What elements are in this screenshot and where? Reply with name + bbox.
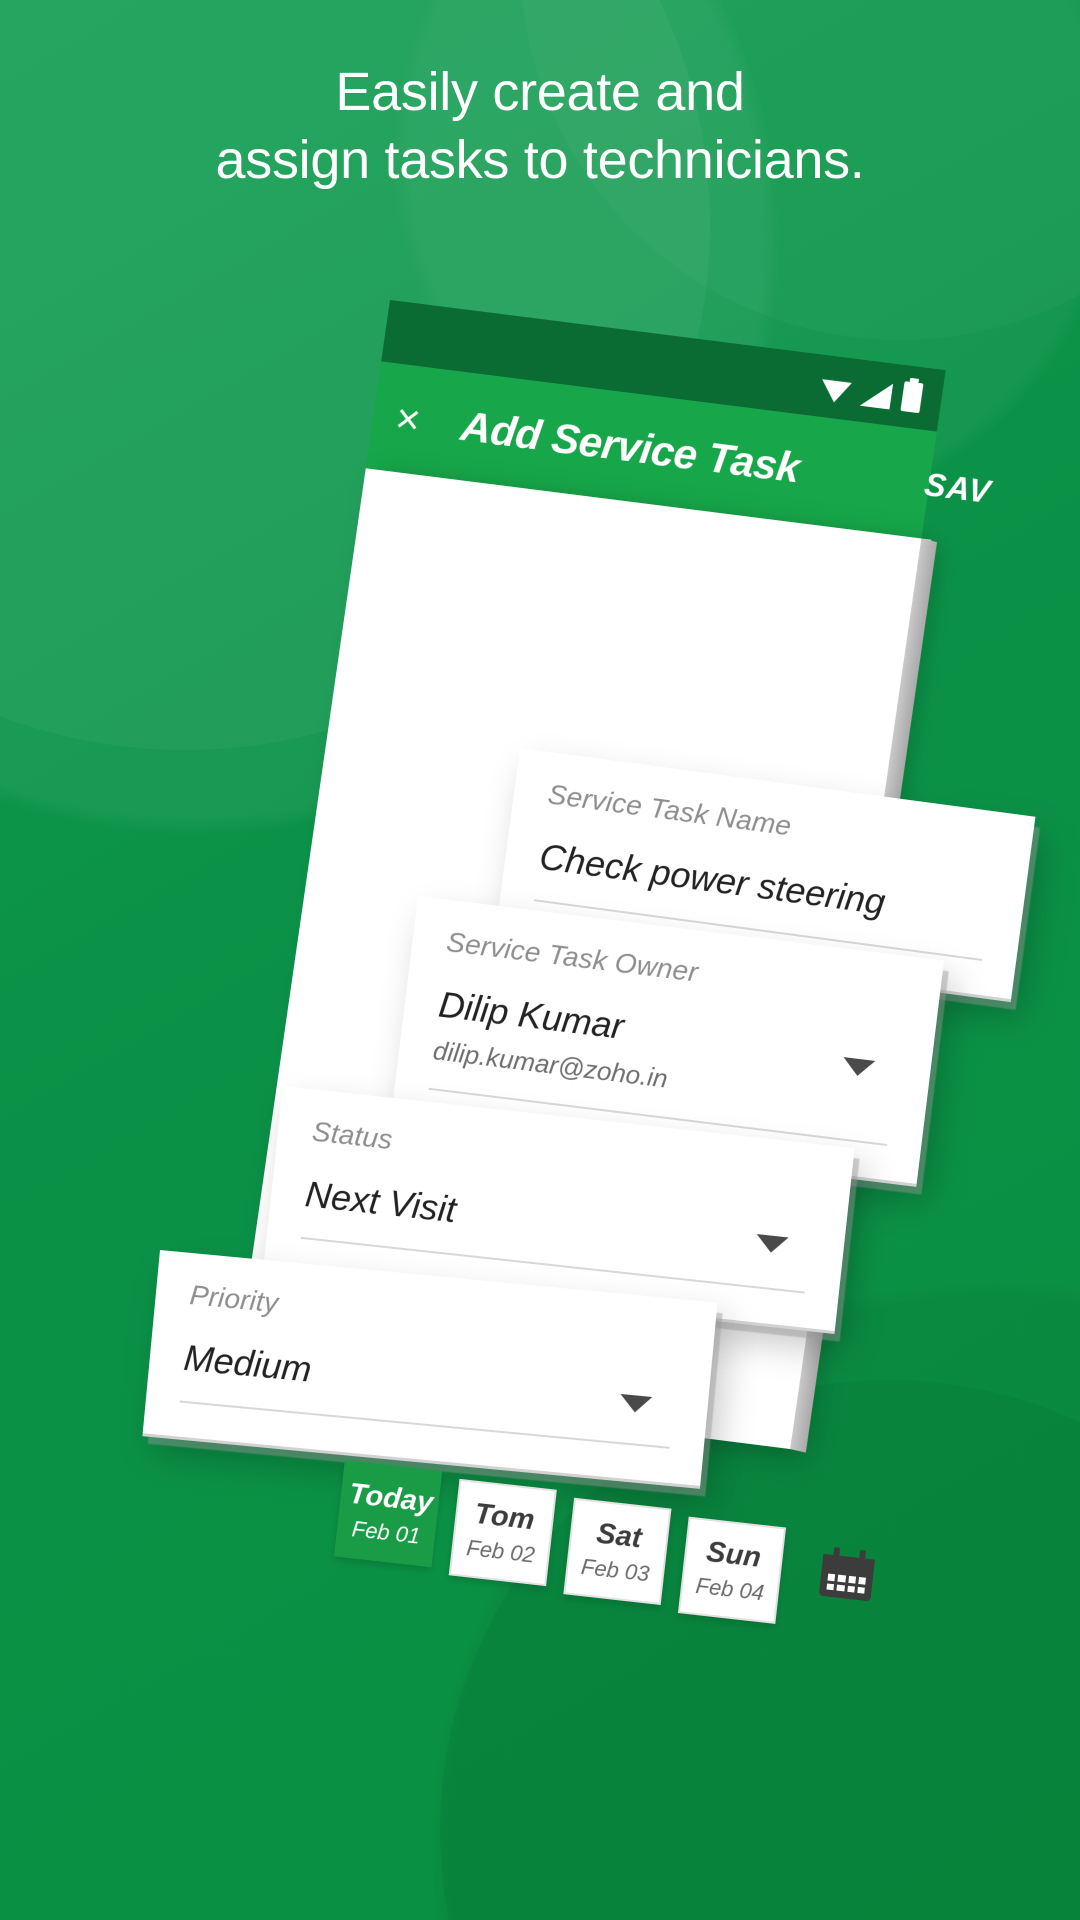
promo-headline: Easily create and assign tasks to techni… xyxy=(0,58,1080,194)
close-icon[interactable]: × xyxy=(392,394,423,444)
date-chip-day: Today xyxy=(347,1477,435,1519)
date-chip-date: Feb 01 xyxy=(350,1516,422,1550)
wifi-icon xyxy=(819,377,852,405)
date-chip-date: Feb 04 xyxy=(694,1573,766,1606)
date-chip-day: Tom xyxy=(472,1497,537,1537)
headline-line-1: Easily create and xyxy=(335,62,745,122)
save-button[interactable]: SAV xyxy=(922,466,993,511)
date-chip-day: Sat xyxy=(594,1517,644,1555)
date-chip-date: Feb 02 xyxy=(465,1535,537,1569)
status-bar-icons xyxy=(819,371,924,414)
date-chip-today[interactable]: Today Feb 01 xyxy=(334,1459,443,1568)
date-chip-tomorrow[interactable]: Tom Feb 02 xyxy=(448,1478,557,1587)
battery-icon xyxy=(900,381,924,414)
phone-mockup: × Add Service Task SAV Service Task Name… xyxy=(142,300,1036,1625)
date-chip-date: Feb 03 xyxy=(579,1554,651,1587)
date-chip-day: Sun xyxy=(704,1535,763,1574)
page-title: Add Service Task xyxy=(458,402,803,492)
chevron-down-icon[interactable] xyxy=(618,1393,653,1414)
signal-icon xyxy=(860,380,893,409)
promo-screenshot: Easily create and assign tasks to techni… xyxy=(0,0,1080,1920)
headline-line-2: assign tasks to technicians. xyxy=(215,130,865,191)
date-chip-sat[interactable]: Sat Feb 03 xyxy=(563,1497,672,1606)
calendar-icon[interactable] xyxy=(818,1546,876,1602)
chevron-down-icon[interactable] xyxy=(754,1234,789,1255)
date-chip-sun[interactable]: Sun Feb 04 xyxy=(677,1516,787,1625)
